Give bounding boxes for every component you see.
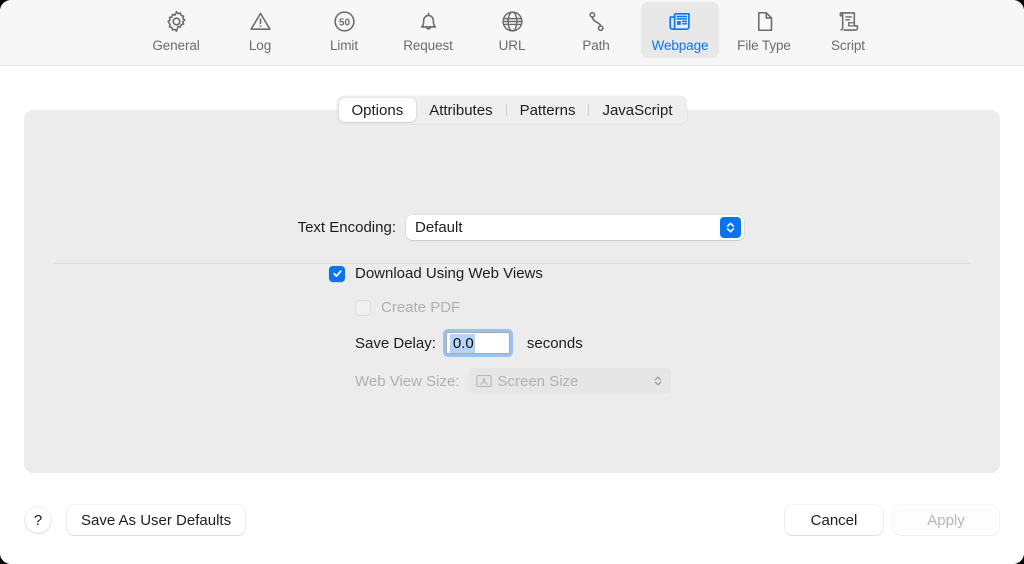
web-view-size-popup: Screen Size [467, 368, 671, 394]
create-pdf-label: Create PDF [381, 299, 461, 316]
toolbar-item-label: Log [248, 38, 272, 53]
web-view-size-row: Web View Size: Screen Size [355, 368, 671, 394]
globe-icon [500, 7, 525, 35]
save-delay-value: 0.0 [449, 333, 475, 353]
toolbar-item-general[interactable]: General [137, 2, 215, 58]
toolbar-item-label: File Type [737, 38, 791, 53]
help-button[interactable]: ? [25, 507, 51, 533]
create-pdf-checkbox [355, 299, 371, 316]
help-button-label: ? [33, 511, 43, 529]
download-web-views-checkbox[interactable] [329, 265, 345, 282]
display-icon [475, 374, 492, 388]
save-delay-label: Save Delay: [355, 334, 436, 352]
tab-label: Options [351, 101, 404, 119]
tab-patterns[interactable]: Patterns [507, 98, 589, 122]
create-pdf-row: Create PDF [355, 299, 460, 316]
save-as-user-defaults-button[interactable]: Save As User Defaults [67, 505, 246, 535]
section-divider [54, 263, 970, 264]
save-delay-unit: seconds [526, 334, 583, 352]
chevron-up-down-icon [653, 375, 663, 388]
limit-50-icon: 50 [332, 7, 357, 35]
svg-text:50: 50 [339, 17, 350, 28]
toolbar: General Log 50 Limit Request URL Path We… [0, 0, 1024, 66]
toolbar-item-path[interactable]: Path [557, 2, 635, 58]
apply-label: Apply [927, 511, 965, 529]
text-encoding-value: Default [415, 219, 463, 236]
tab-javascript[interactable]: JavaScript [589, 98, 685, 122]
content-area: Options Attributes Patterns JavaScript T… [0, 66, 1024, 476]
toolbar-item-label: Webpage [651, 38, 709, 53]
toolbar-item-file-type[interactable]: File Type [725, 2, 803, 58]
toolbar-item-label: Request [403, 38, 453, 53]
toolbar-item-label: Limit [329, 38, 358, 53]
text-encoding-row: Text Encoding: Default [24, 215, 1000, 240]
apply-button[interactable]: Apply [893, 505, 999, 535]
tab-label: JavaScript [602, 101, 673, 119]
bell-icon [416, 7, 441, 35]
cancel-button[interactable]: Cancel [785, 505, 883, 535]
tab-attributes[interactable]: Attributes [416, 98, 505, 122]
text-encoding-label: Text Encoding: [297, 219, 396, 236]
text-encoding-popup[interactable]: Default [406, 215, 744, 240]
web-view-size-value: Screen Size [497, 372, 579, 390]
options-panel: Text Encoding: Default Download Using We… [24, 110, 1000, 473]
toolbar-item-script[interactable]: Script [809, 2, 887, 58]
toolbar-item-label: General [152, 38, 200, 53]
tab-bar: Options Attributes Patterns JavaScript [336, 96, 688, 124]
download-web-views-row[interactable]: Download Using Web Views [329, 265, 543, 282]
toolbar-item-label: Path [582, 38, 610, 53]
document-icon [752, 7, 777, 35]
tab-label: Attributes [429, 101, 493, 119]
chevron-up-down-icon [720, 217, 741, 238]
tab-label: Patterns [519, 101, 576, 119]
scroll-icon [836, 7, 861, 35]
footer: ? Save As User Defaults Cancel Apply [0, 476, 1024, 564]
cancel-label: Cancel [810, 511, 858, 529]
toolbar-item-url[interactable]: URL [473, 2, 551, 58]
save-delay-row: Save Delay: 0.0 seconds [355, 332, 583, 354]
tab-bar-wrap: Options Attributes Patterns JavaScript [0, 96, 1024, 124]
toolbar-item-limit[interactable]: 50 Limit [305, 2, 383, 58]
toolbar-item-webpage[interactable]: Webpage [641, 2, 719, 58]
newspaper-icon [667, 7, 693, 35]
preferences-window: General Log 50 Limit Request URL Path We… [0, 0, 1024, 564]
save-as-user-defaults-label: Save As User Defaults [81, 511, 232, 529]
toolbar-item-request[interactable]: Request [389, 2, 467, 58]
tab-options[interactable]: Options [338, 98, 417, 122]
toolbar-item-label: URL [498, 38, 526, 53]
toolbar-item-label: Script [831, 38, 865, 53]
download-web-views-label: Download Using Web Views [355, 265, 543, 282]
toolbar-item-log[interactable]: Log [221, 2, 299, 58]
path-icon [584, 7, 609, 35]
warning-triangle-icon [248, 7, 273, 35]
save-delay-input[interactable]: 0.0 [445, 332, 510, 354]
web-view-size-label: Web View Size: [355, 372, 460, 390]
gear-icon [164, 7, 189, 35]
